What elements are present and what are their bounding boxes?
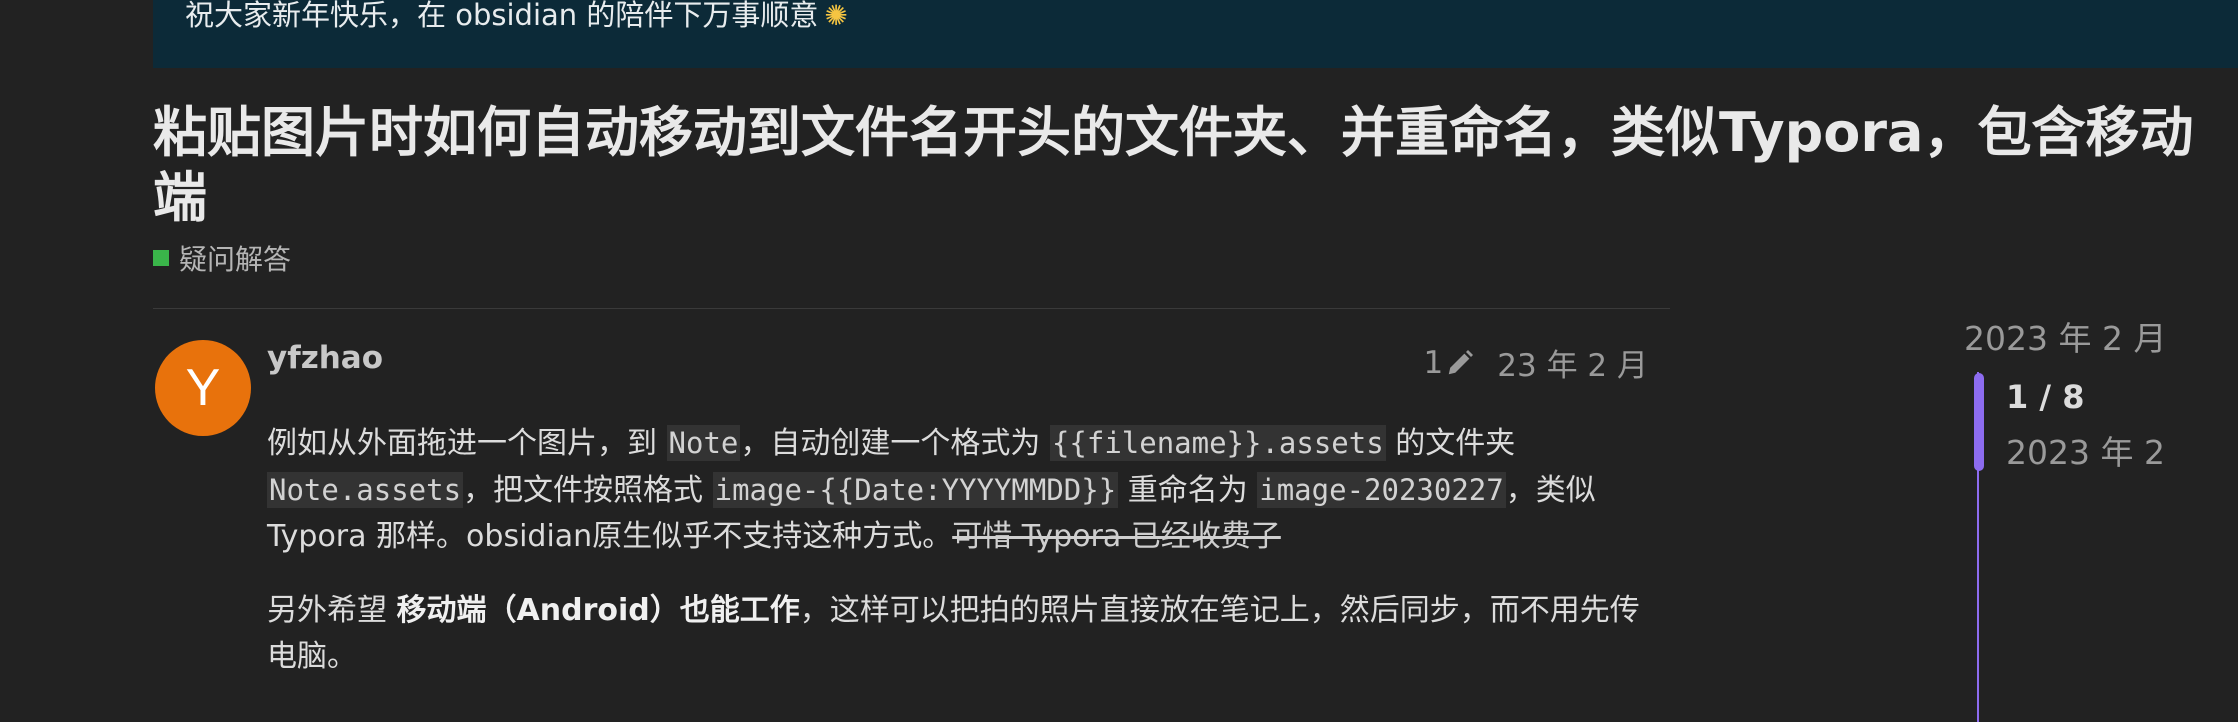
post-date[interactable]: 23 年 2 月 [1497,340,1648,385]
post-paragraph: 另外希望 移动端（Android）也能工作，这样可以把拍的照片直接放在笔记上，然… [267,588,1657,680]
banner-text-wrapper: 祝大家新年快乐，在 obsidian 的陪伴下万事顺意 ✺ [185,0,848,33]
banner-text: 祝大家新年快乐，在 obsidian 的陪伴下万事顺意 [185,0,819,32]
category-color-square [153,250,169,266]
timeline-top-date[interactable]: 2023 年 2 月 [1964,312,2166,360]
text-run: ，自动创建一个格式为 [740,426,1050,461]
text-run: 例如从外面拖进一个图片，到 [267,426,667,461]
inline-code: image-{{Date:YYYYMMDD}} [712,472,1119,508]
timeline-position: 1 / 8 [2006,378,2085,416]
title-divider [153,308,1670,309]
category-badge[interactable]: 疑问解答 [153,238,291,278]
text-run: 的文件夹 [1385,426,1516,461]
avatar[interactable]: Y [155,340,251,436]
text-run: 重命名为 [1118,473,1258,508]
text-run: ，把文件按照格式 [463,473,713,508]
pencil-icon[interactable] [1445,348,1475,378]
inline-code: Note [666,425,741,461]
announcement-banner: 祝大家新年快乐，在 obsidian 的陪伴下万事顺意 ✺ [153,0,2238,68]
post-body: 例如从外面拖进一个图片，到 Note，自动创建一个格式为 {{filename}… [267,420,1657,708]
edit-count[interactable]: 1 [1424,345,1444,381]
post-meta: 1 23 年 2 月 [1415,340,1648,385]
text-run: 另外希望 [267,593,397,628]
post-paragraph: 例如从外面拖进一个图片，到 Note，自动创建一个格式为 {{filename}… [267,420,1657,560]
inline-code: image-20230227 [1257,472,1506,508]
inline-code: Note.assets [267,472,464,508]
category-label: 疑问解答 [179,243,292,276]
bold-text: 移动端（Android）也能工作 [396,593,800,628]
sparkler-icon: ✺ [824,0,848,32]
timeline-current-date: 2023 年 2 [2006,433,2165,472]
topic-title[interactable]: 粘贴图片时如何自动移动到文件名开头的文件夹、并重命名，类似Typora，包含移动… [153,100,2203,230]
timeline-handle[interactable] [1974,373,1984,471]
username[interactable]: yfzhao [267,340,383,376]
inline-code: {{filename}}.assets [1049,425,1386,461]
strikethrough-text: 可惜 Typora 已经收费了 [952,519,1281,554]
